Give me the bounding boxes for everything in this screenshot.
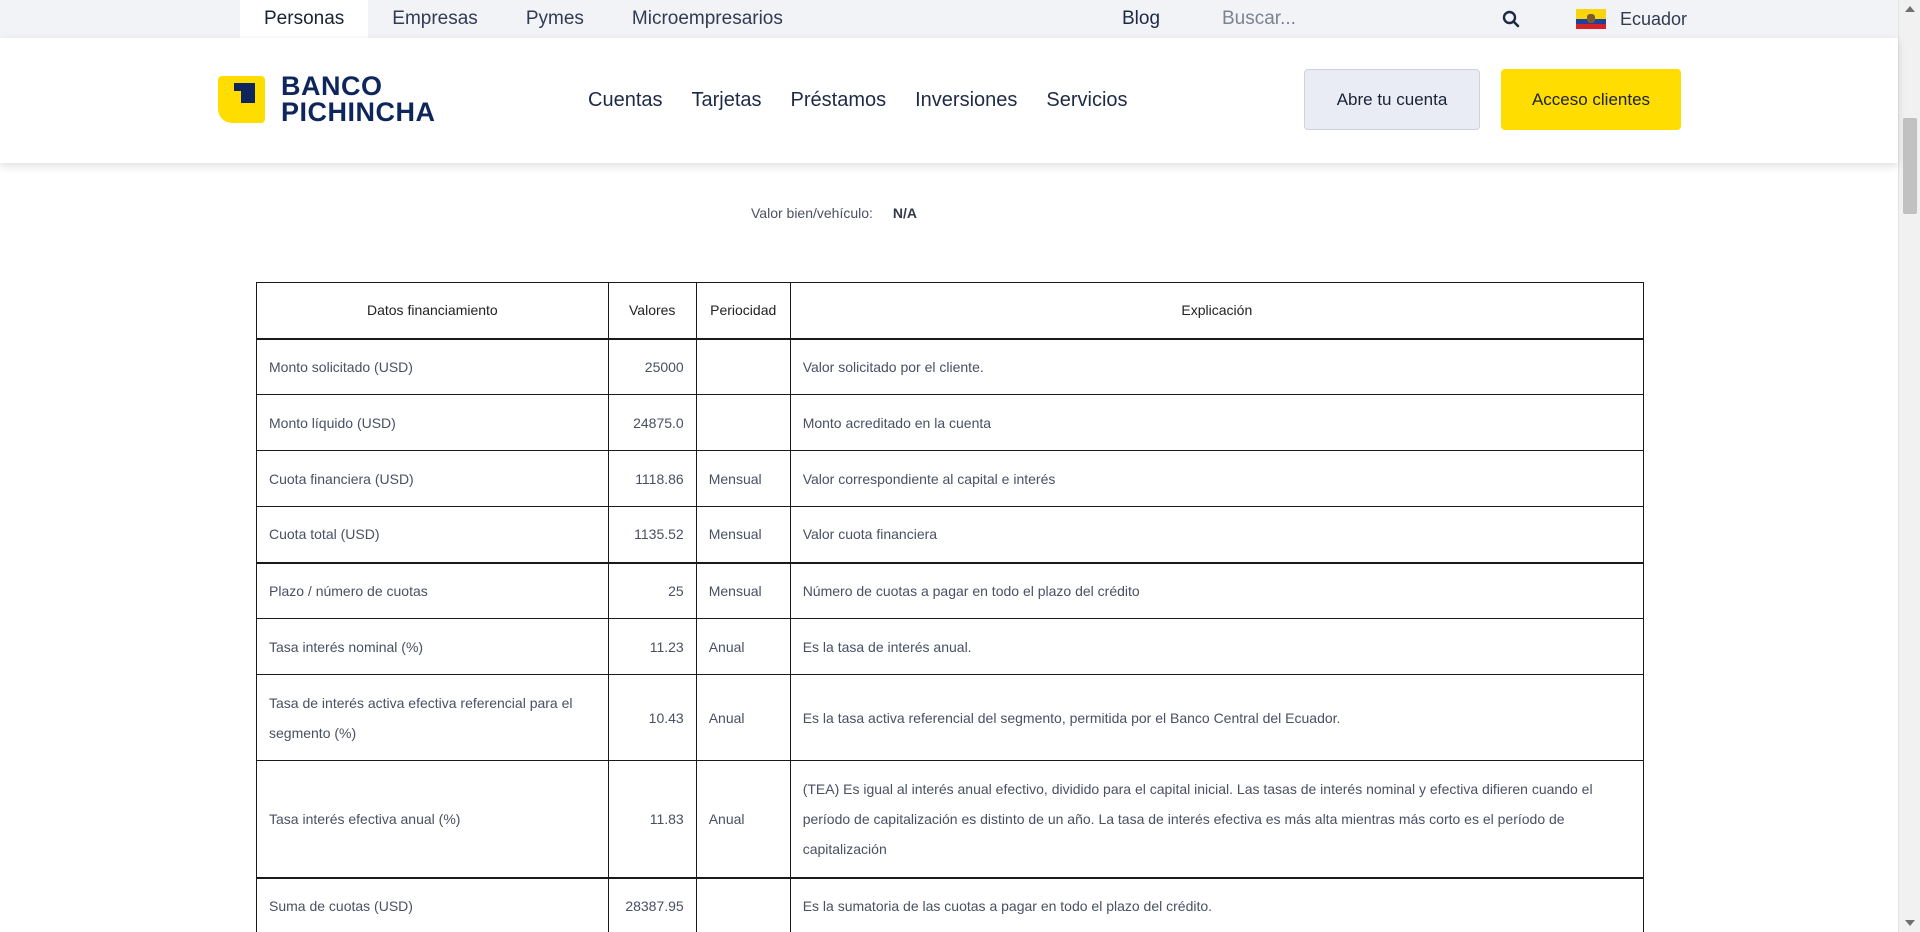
- top-utility-bar: Personas Empresas Pymes Microempresarios…: [0, 0, 1898, 38]
- cell-periodicidad: Mensual: [695, 561, 791, 619]
- open-account-button[interactable]: Abre tu cuenta: [1304, 69, 1480, 130]
- table-row: Cuota total (USD) 1135.52 Mensual Valor …: [256, 506, 1645, 563]
- cell-periodicidad: Anual: [695, 760, 791, 878]
- table-row: Cuota financiera (USD) 1118.86 Mensual V…: [256, 450, 1645, 507]
- logo-text: BANCO PICHINCHA: [281, 71, 436, 127]
- page-scrollbar[interactable]: [1898, 0, 1920, 932]
- main-header: BANCO PICHINCHA Cuentas Tarjetas Préstam…: [0, 38, 1898, 163]
- nav-prestamos[interactable]: Préstamos: [791, 89, 887, 112]
- cell-dato: Cuota financiera (USD): [256, 450, 609, 507]
- cell-dato: Monto líquido (USD): [256, 394, 609, 451]
- cell-valor: 1118.86: [607, 450, 697, 507]
- country-label: Ecuador: [1620, 8, 1688, 29]
- cell-dato: Tasa interés nominal (%): [256, 618, 609, 675]
- column-header: Valores: [607, 282, 697, 340]
- country-selector[interactable]: Ecuador: [1576, 0, 1687, 38]
- bank-logo[interactable]: BANCO PICHINCHA: [218, 71, 436, 127]
- nav-tarjetas[interactable]: Tarjetas: [692, 89, 762, 112]
- cell-dato: Monto solicitado (USD): [256, 338, 609, 395]
- cell-valor: 10.43: [607, 674, 697, 761]
- client-access-button[interactable]: Acceso clientes: [1501, 69, 1681, 130]
- cell-periodicidad: Anual: [695, 674, 791, 761]
- cell-periodicidad: [695, 338, 791, 395]
- tab-personas[interactable]: Personas: [240, 0, 369, 38]
- logo-line-2: PICHINCHA: [281, 97, 436, 127]
- column-header: Datos financiamiento: [256, 282, 609, 340]
- tab-pymes[interactable]: Pymes: [502, 0, 608, 38]
- table-row: Tasa interés efectiva anual (%) 11.83 An…: [256, 760, 1645, 878]
- table-row: Monto líquido (USD) 24875.0 Monto acredi…: [256, 394, 1645, 451]
- table-row: Suma de cuotas (USD) 28387.95 Es la suma…: [256, 876, 1645, 932]
- nav-cuentas[interactable]: Cuentas: [588, 89, 663, 112]
- table-row: Plazo / número de cuotas 25 Mensual Núme…: [256, 561, 1645, 619]
- cell-explicacion: Es la sumatoria de las cuotas a pagar en…: [789, 876, 1645, 932]
- table-row: Tasa interés nominal (%) 11.23 Anual Es …: [256, 618, 1645, 675]
- cell-periodicidad: Mensual: [695, 506, 791, 563]
- cell-periodicidad: [695, 876, 791, 932]
- scroll-up-arrow-icon[interactable]: [1905, 6, 1915, 12]
- cell-dato: Tasa interés efectiva anual (%): [256, 760, 609, 878]
- blog-link[interactable]: Blog: [1122, 0, 1160, 38]
- table-header-row: Datos financiamiento Valores Periocidad …: [256, 282, 1645, 340]
- table-row: Tasa de interés activa efectiva referenc…: [256, 674, 1645, 761]
- cell-dato: Plazo / número de cuotas: [256, 561, 609, 619]
- column-header: Periocidad: [695, 282, 791, 340]
- vehicle-value: N/A: [892, 205, 917, 221]
- cell-dato: Cuota total (USD): [256, 506, 609, 563]
- nav-inversiones[interactable]: Inversiones: [915, 89, 1017, 112]
- cell-explicacion: Valor correspondiente al capital e inter…: [789, 450, 1645, 507]
- ecuador-flag-icon: [1576, 9, 1606, 29]
- nav-servicios[interactable]: Servicios: [1046, 89, 1127, 112]
- cell-valor: 11.83: [607, 760, 697, 878]
- cell-explicacion: Monto acreditado en la cuenta: [789, 394, 1645, 451]
- cell-periodicidad: [695, 394, 791, 451]
- scrollbar-thumb[interactable]: [1903, 118, 1917, 214]
- logo-line-1: BANCO: [281, 71, 383, 101]
- search-box: [1222, 0, 1522, 38]
- logo-mark-icon: [218, 75, 265, 123]
- cell-valor: 24875.0: [607, 394, 697, 451]
- scroll-down-arrow-icon[interactable]: [1905, 920, 1915, 926]
- tab-microempresarios[interactable]: Microempresarios: [608, 0, 807, 38]
- cell-explicacion: Es la tasa de interés anual.: [789, 618, 1645, 675]
- cell-explicacion: Valor solicitado por el cliente.: [789, 338, 1645, 395]
- tab-empresas[interactable]: Empresas: [368, 0, 502, 38]
- cell-explicacion: Número de cuotas a pagar en todo el plaz…: [789, 561, 1645, 619]
- cell-valor: 28387.95: [607, 876, 697, 932]
- column-header: Explicación: [789, 282, 1645, 340]
- vehicle-value-row: Valor bien/vehículo: N/A: [751, 205, 917, 221]
- cell-valor: 25: [607, 561, 697, 619]
- search-icon[interactable]: [1502, 10, 1520, 28]
- cell-explicacion: Es la tasa activa referencial del segmen…: [789, 674, 1645, 761]
- table-row: Monto solicitado (USD) 25000 Valor solic…: [256, 338, 1645, 395]
- cell-explicacion: (TEA) Es igual al interés anual efectivo…: [789, 760, 1645, 878]
- search-input[interactable]: [1222, 8, 1482, 30]
- cell-explicacion: Valor cuota financiera: [789, 506, 1645, 563]
- cell-dato: Tasa de interés activa efectiva referenc…: [256, 674, 609, 761]
- main-nav: Cuentas Tarjetas Préstamos Inversiones S…: [588, 38, 1157, 163]
- cell-dato: Suma de cuotas (USD): [256, 876, 609, 932]
- segment-tabs: Personas Empresas Pymes Microempresarios: [240, 0, 807, 38]
- vehicle-value-label: Valor bien/vehículo:: [751, 205, 873, 221]
- cell-valor: 1135.52: [607, 506, 697, 563]
- cell-periodicidad: Anual: [695, 618, 791, 675]
- cell-valor: 25000: [607, 338, 697, 395]
- financing-table: Datos financiamiento Valores Periocidad …: [256, 282, 1645, 932]
- cell-valor: 11.23: [607, 618, 697, 675]
- cell-periodicidad: Mensual: [695, 450, 791, 507]
